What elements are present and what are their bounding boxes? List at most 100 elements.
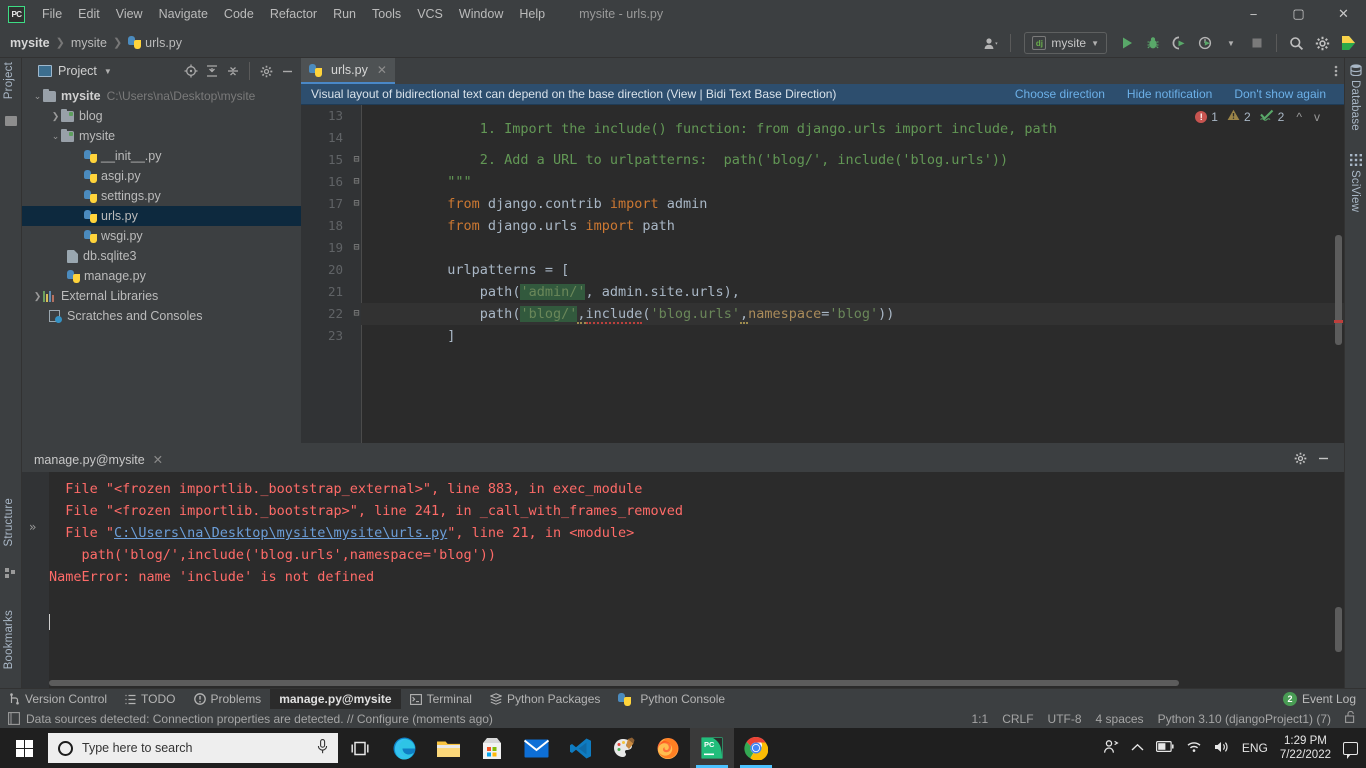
editor-options-icon[interactable] (1334, 58, 1344, 84)
toolwindow-todo[interactable]: TODO (116, 689, 184, 710)
battery-icon[interactable] (1155, 741, 1174, 755)
run-configuration-selector[interactable]: dj mysite ▼ (1024, 32, 1107, 54)
mail-icon[interactable] (514, 728, 558, 768)
tree-item-settings-py[interactable]: settings.py (22, 186, 301, 206)
language-indicator[interactable]: ENG (1242, 741, 1268, 755)
menu-edit[interactable]: Edit (70, 3, 108, 25)
pycharm-icon[interactable]: PC (690, 728, 734, 768)
menu-tools[interactable]: Tools (364, 3, 409, 25)
people-icon[interactable] (1103, 739, 1119, 757)
chevron-down-icon[interactable]: ⌄ (32, 91, 43, 102)
profile-button[interactable] (1193, 31, 1217, 55)
chevron-down-icon[interactable]: ⌄ (50, 131, 61, 142)
breadcrumb-project[interactable]: mysite (10, 36, 50, 50)
breadcrumb-package[interactable]: mysite (71, 36, 107, 50)
status-message[interactable]: Data sources detected: Connection proper… (26, 712, 493, 726)
breadcrumb-file[interactable]: urls.py (145, 36, 182, 50)
search-input[interactable]: Type here to search (48, 733, 338, 763)
close-icon[interactable]: ✕ (377, 63, 387, 77)
close-icon[interactable]: ✕ (153, 453, 163, 467)
file-path-link[interactable]: C:\Users\na\Desktop\mysite\mysite\urls.p… (114, 525, 447, 541)
settings-gear-icon[interactable] (1294, 452, 1307, 468)
toolwindow-terminal[interactable]: Terminal (401, 689, 481, 710)
windows-start-icon[interactable] (0, 728, 48, 768)
code-text[interactable]: 1. Import the include() function: from d… (361, 105, 1344, 443)
console-horizontal-scrollbar[interactable] (49, 680, 1179, 686)
firefox-icon[interactable] (646, 728, 690, 768)
chevron-right-icon[interactable]: ❯ (32, 291, 43, 302)
python-interpreter[interactable]: Python 3.10 (djangoProject1) (7) (1158, 712, 1331, 726)
indent-setting[interactable]: 4 spaces (1096, 712, 1144, 726)
microphone-icon[interactable] (317, 739, 328, 757)
editor-scrollbar[interactable] (1335, 235, 1342, 345)
tool-tab-project[interactable]: Project (3, 62, 15, 99)
debug-button[interactable] (1141, 31, 1165, 55)
toolbox-icon[interactable] (1336, 31, 1360, 55)
event-log-button[interactable]: 2 Event Log (1282, 692, 1366, 706)
user-account-icon[interactable] (979, 31, 1003, 55)
menu-view[interactable]: View (108, 3, 151, 25)
tool-tab-structure[interactable]: Structure (3, 498, 15, 546)
menu-file[interactable]: File (34, 3, 70, 25)
file-encoding[interactable]: UTF-8 (1048, 712, 1082, 726)
chevron-right-icon[interactable]: ❯ (50, 111, 61, 122)
settings-gear-icon[interactable] (256, 61, 276, 81)
tree-item-scratches-and-consoles[interactable]: Scratches and Consoles (22, 306, 301, 326)
fold-marker[interactable]: ⊟ (352, 171, 361, 193)
hide-notification-link[interactable]: Hide notification (1127, 87, 1212, 101)
toolwindow-problems[interactable]: Problems (185, 689, 271, 710)
run-button[interactable] (1115, 31, 1139, 55)
select-opened-file-icon[interactable] (181, 61, 201, 81)
task-view-icon[interactable] (338, 728, 382, 768)
menu-code[interactable]: Code (216, 3, 262, 25)
hide-panel-icon[interactable] (1317, 452, 1330, 468)
paint-3d-icon[interactable] (602, 728, 646, 768)
toolwindow-manage-py-mysite[interactable]: manage.py@mysite (270, 688, 401, 710)
expand-all-icon[interactable] (202, 61, 222, 81)
stop-button[interactable] (1245, 31, 1269, 55)
tree-item-blog[interactable]: ❯ blog (22, 106, 301, 126)
tree-item-urls-py[interactable]: urls.py (22, 206, 301, 226)
editor-tab-urls-py[interactable]: urls.py ✕ (301, 58, 395, 84)
fold-marker[interactable]: ⊟ (352, 193, 361, 215)
clock[interactable]: 1:29 PM 7/22/2022 (1280, 734, 1331, 763)
microsoft-edge-icon[interactable] (382, 728, 426, 768)
toolwindow-python-packages[interactable]: Python Packages (481, 689, 609, 710)
hide-panel-icon[interactable] (277, 61, 297, 81)
tree-item-wsgi-py[interactable]: wsgi.py (22, 226, 301, 246)
profile-dropdown-icon[interactable]: ▼ (1219, 31, 1243, 55)
tree-item-manage-py[interactable]: manage.py (22, 266, 301, 286)
chevron-down-icon[interactable]: ▼ (104, 67, 112, 76)
file-explorer-icon[interactable] (426, 728, 470, 768)
fold-marker[interactable]: ⊟ (352, 303, 361, 325)
error-stripe-marker[interactable] (1334, 320, 1343, 323)
settings-gear-icon[interactable] (1310, 31, 1334, 55)
toolwindow-version-control[interactable]: Version Control (0, 689, 116, 710)
console-output-area[interactable]: » File "<frozen importlib._bootstrap_ext… (22, 472, 1344, 688)
dont-show-again-link[interactable]: Don't show again (1234, 87, 1326, 101)
toolwindow-python-console[interactable]: Python Console (609, 689, 734, 710)
choose-direction-link[interactable]: Choose direction (1015, 87, 1105, 101)
menu-vcs[interactable]: VCS (409, 3, 451, 25)
menu-navigate[interactable]: Navigate (151, 3, 216, 25)
fold-marker[interactable]: ⊟ (352, 149, 361, 171)
expand-console-icon[interactable]: » (29, 520, 36, 534)
unlocked-icon[interactable] (1345, 710, 1356, 726)
action-center-icon[interactable] (1343, 741, 1358, 759)
next-problem-icon[interactable]: v (1314, 110, 1320, 124)
menu-refactor[interactable]: Refactor (262, 3, 325, 25)
minimize-button[interactable]: − (1231, 0, 1276, 28)
search-everywhere-icon[interactable] (1284, 31, 1308, 55)
tool-tab-database[interactable]: Database (1349, 80, 1361, 131)
menu-help[interactable]: Help (511, 3, 553, 25)
wifi-icon[interactable] (1186, 740, 1202, 756)
run-with-coverage-button[interactable] (1167, 31, 1191, 55)
tree-item-external-libraries[interactable]: ❯ External Libraries (22, 286, 301, 306)
tree-item-asgi-py[interactable]: asgi.py (22, 166, 301, 186)
close-button[interactable]: ✕ (1321, 0, 1366, 28)
tree-item-mysite-root[interactable]: ⌄ mysite C:\Users\na\Desktop\mysite (22, 86, 301, 106)
show-hidden-icons-icon[interactable] (1131, 741, 1144, 755)
google-chrome-icon[interactable] (734, 728, 778, 768)
volume-icon[interactable] (1214, 740, 1230, 757)
console-scrollbar[interactable] (1335, 607, 1342, 652)
